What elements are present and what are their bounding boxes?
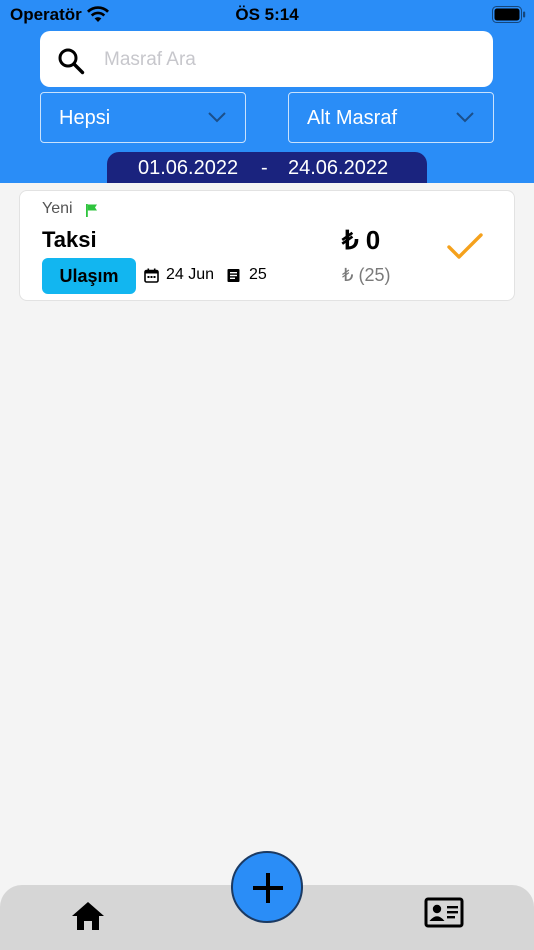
date-range-from: 01.06.2022 [138,157,239,179]
expense-status: Yeni [42,200,73,217]
chevron-down-icon [208,112,226,123]
date-range-to: 24.06.2022 [288,157,389,179]
category-badge: Ulaşım [42,258,136,294]
expense-date: 24 Jun [166,266,215,283]
battery-icon [492,6,526,23]
expense-card[interactable]: Yeni Taksi Ulaşım 24 Jun 25 ₺ 0 ₺ (25) [19,190,515,301]
sub-category-dropdown-label: Alt Masraf [307,107,398,129]
flag-icon [86,204,97,217]
add-expense-button[interactable] [231,851,303,923]
date-range-separator: - [261,157,268,179]
expense-amount: ₺ 0 [342,225,381,255]
home-icon[interactable] [70,899,106,933]
date-range-selector[interactable]: 01.06.2022 - 24.06.2022 [107,152,427,183]
search-box[interactable] [40,31,493,87]
check-icon[interactable] [446,231,484,263]
status-time: ÖS 5:14 [235,5,299,24]
chevron-down-icon [456,112,474,123]
status-bar: Operatör ÖS 5:14 [0,0,534,30]
sub-category-dropdown[interactable]: Alt Masraf [288,92,494,143]
category-dropdown[interactable]: Hepsi [40,92,246,143]
header: Operatör ÖS 5:14 Hepsi Alt Masraf [0,0,534,183]
expense-doc-count: 25 [249,266,267,283]
category-dropdown-label: Hepsi [59,107,111,129]
expense-sub-amount: ₺ (25) [342,265,391,285]
calendar-icon [144,268,159,283]
document-icon [227,269,240,282]
expense-title: Taksi [42,227,97,252]
search-icon [58,48,85,75]
add-icon [253,873,283,903]
contact-card-icon[interactable] [424,896,464,928]
search-input[interactable] [104,45,474,75]
